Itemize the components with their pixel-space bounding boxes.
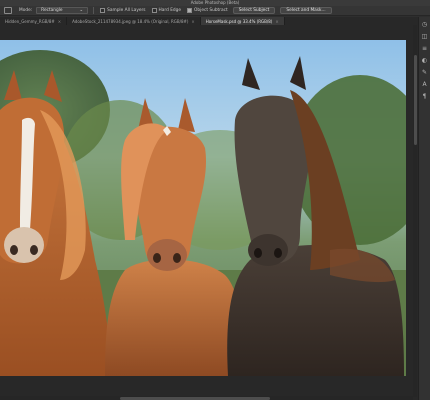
checkbox-box [187,8,193,13]
object-subtract-label: Object Subtract [194,8,228,13]
close-icon[interactable]: × [58,19,61,24]
hard-edge-checkbox[interactable]: Hard Edge [151,8,182,13]
checkbox-box [100,8,106,13]
photoshop-window: Adobe Photoshop (Beta) Mode: Rectangle ⌄… [0,0,430,400]
document-tabs: Hidden_Gemmy_RGB/8# × AdobeStock_2114789… [0,17,418,25]
select-subject-button[interactable]: Select Subject [232,7,276,14]
mode-value: Rectangle [41,8,63,13]
adjustments-icon[interactable]: ◐ [421,57,429,65]
scroll-thumb[interactable] [413,55,417,145]
tab-label: Hidden_Gemmy_RGB/8# [5,18,55,24]
panel-dock: ◷ ◫ ≡ ◐ ✎ A ¶ [418,17,430,400]
horses-photo [0,40,406,376]
brush-icon[interactable]: ✎ [421,69,429,77]
sample-all-layers-checkbox[interactable]: Sample All Layers [100,8,146,13]
hard-edge-label: Hard Edge [158,8,182,13]
tab-adobestock[interactable]: AdobeStock_211478934.jpeg @ 18.4% (Origi… [67,17,201,25]
checkbox-box [151,8,157,13]
sample-all-layers-label: Sample All Layers [107,8,146,13]
scroll-thumb[interactable] [120,396,270,400]
chevron-down-icon: ⌄ [79,8,84,13]
object-selection-tool-icon[interactable] [4,7,12,14]
char-icon[interactable]: A [421,81,429,89]
paragraph-icon[interactable]: ¶ [421,93,429,101]
horizontal-scrollbar[interactable] [0,396,413,400]
mode-label: Mode: [19,8,33,13]
tab-label: AdobeStock_211478934.jpeg @ 18.4% (Origi… [72,18,189,24]
tab-label: HorseMask.psd @ 33.4% (RGB/8) [205,18,273,24]
select-and-mask-button[interactable]: Select and Mask... [280,7,332,14]
close-icon[interactable]: × [275,19,278,24]
mode-select[interactable]: Rectangle ⌄ [36,7,89,14]
properties-icon[interactable]: ≡ [421,45,429,53]
tab-hidden-gemmy[interactable]: Hidden_Gemmy_RGB/8# × [0,17,68,25]
canvas-area[interactable] [0,25,418,400]
close-icon[interactable]: × [191,19,194,24]
tab-horsemask[interactable]: HorseMask.psd @ 33.4% (RGB/8) × [200,17,285,25]
layers-icon[interactable]: ◫ [421,33,429,41]
object-subtract-checkbox[interactable]: Object Subtract [187,8,228,13]
separator [93,7,95,14]
options-bar: Mode: Rectangle ⌄ Sample All Layers Hard… [0,6,430,16]
document-canvas[interactable] [0,40,406,376]
history-icon[interactable]: ◷ [421,21,429,29]
vertical-scrollbar[interactable] [413,25,417,397]
